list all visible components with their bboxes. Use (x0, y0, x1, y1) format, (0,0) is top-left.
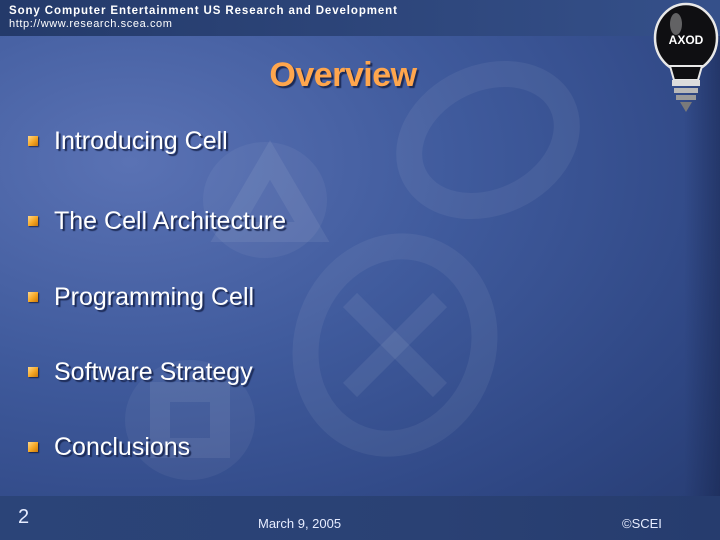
bullet-item: Software Strategy (28, 355, 253, 389)
footer-bar: 2 March 9, 2005 ©SCEI (0, 496, 720, 540)
bullet-item: Introducing Cell (28, 124, 228, 158)
bullet-item: Programming Cell (28, 280, 254, 314)
footer-date: March 9, 2005 (258, 516, 342, 531)
page-number: 2 (18, 506, 30, 528)
bullet-text: Introducing Cell (54, 126, 228, 155)
bullet-item: The Cell Architecture (28, 204, 286, 238)
bullet-square-icon (28, 367, 38, 377)
header-bar: Sony Computer Entertainment US Research … (0, 0, 720, 36)
bullet-text: Conclusions (54, 432, 191, 461)
bullet-square-icon (28, 136, 38, 146)
organization-url: http://www.research.scea.com (9, 18, 173, 30)
organization-name: Sony Computer Entertainment US Research … (9, 5, 398, 17)
slide: Sony Computer Entertainment US Research … (0, 0, 720, 540)
slide-title: Overview (269, 56, 417, 94)
bullet-text: Programming Cell (54, 282, 255, 311)
bullet-item: Conclusions (28, 430, 190, 464)
logo-text: AXOD (669, 33, 704, 47)
bullet-text: Software Strategy (54, 357, 253, 386)
footer-copyright: ©SCEI (622, 516, 662, 531)
bullet-square-icon (28, 216, 38, 226)
bullet-square-icon (28, 292, 38, 302)
bullet-square-icon (28, 442, 38, 452)
bullet-text: The Cell Architecture (54, 206, 287, 235)
